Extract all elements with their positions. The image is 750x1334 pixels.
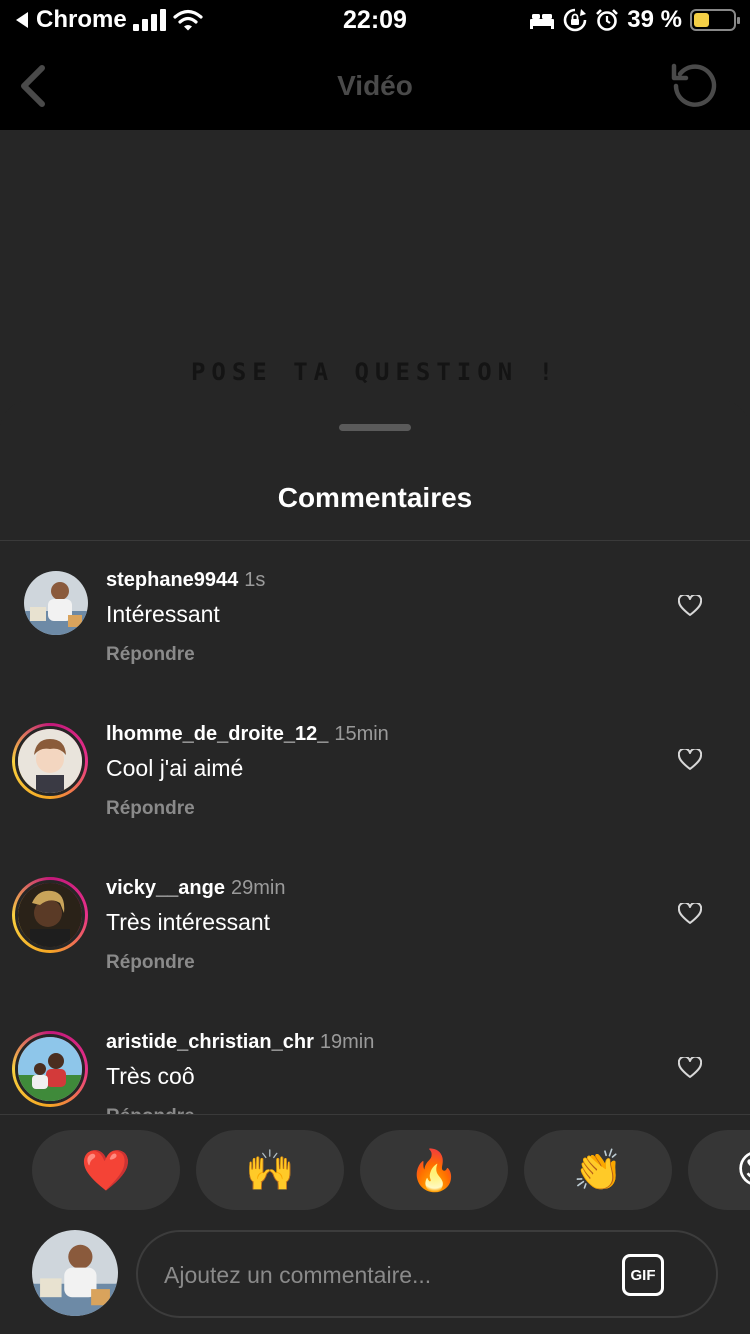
battery-icon	[690, 9, 740, 31]
comment-text: Très intéressant	[106, 909, 271, 935]
heart-icon[interactable]	[678, 595, 702, 617]
comment-username[interactable]: aristide_christian_chr 19min	[106, 1031, 374, 1054]
avatar-photo	[32, 1230, 118, 1316]
video-caption: POSE TA QUESTION !	[190, 358, 560, 386]
reaction-heart-button[interactable]: ❤️	[32, 1130, 180, 1210]
comment-username[interactable]: stephane9944 1s	[106, 569, 265, 592]
comment-time: 15min	[334, 723, 389, 745]
alarm-icon	[596, 9, 619, 31]
comment-time: 29min	[230, 877, 286, 899]
avatar-photo	[18, 729, 82, 793]
reply-button[interactable]: Répondre	[106, 1106, 195, 1114]
heart-icon[interactable]	[678, 749, 702, 771]
comment-text: Intéressant	[106, 601, 220, 627]
reaction-clap-button[interactable]: 👏	[524, 1130, 672, 1210]
reply-button[interactable]: Répondre	[106, 798, 195, 820]
status-right: 39 %	[529, 6, 740, 34]
comment-input[interactable]: Ajoutez un commentaire... GIF	[136, 1230, 718, 1318]
reply-button[interactable]: Répondre	[106, 644, 195, 666]
nav-bar: Vidéo	[0, 42, 750, 130]
avatar-photo	[24, 571, 88, 635]
reaction-heart-eyes-button[interactable]: 😍	[688, 1130, 750, 1210]
comment-item: lhomme_de_droite_12_ 15min Cool j'ai aimé…	[0, 695, 750, 849]
battery-percent: 39 %	[627, 6, 682, 33]
comment-text: Cool j'ai aimé	[106, 755, 244, 781]
reply-button[interactable]: Répondre	[106, 952, 195, 974]
battery-level	[694, 13, 709, 27]
reaction-fire-button[interactable]: 🔥	[360, 1130, 508, 1210]
quick-reactions: ❤️ 🙌 🔥 👏 😍	[0, 1130, 750, 1210]
orientation-lock-icon	[564, 8, 587, 32]
avatar[interactable]	[12, 877, 88, 953]
avatar-photo	[18, 1037, 82, 1101]
gif-button[interactable]: GIF	[622, 1254, 664, 1296]
heart-icon[interactable]	[678, 1057, 702, 1079]
avatar[interactable]	[12, 1031, 88, 1107]
status-bar: Chrome 22:09 39 %	[0, 0, 750, 42]
comment-username[interactable]: vicky__ange 29min	[106, 877, 285, 900]
divider	[0, 1114, 750, 1115]
sleep-bed-icon	[530, 14, 555, 29]
comments-sheet: Commentaires stephane9944 1s Intéressant…	[0, 400, 750, 1334]
comment-input-placeholder: Ajoutez un commentaire...	[164, 1262, 432, 1288]
comments-list[interactable]: stephane9944 1s Intéressant Répondre lho…	[0, 541, 750, 1114]
comment-time: 19min	[319, 1031, 375, 1053]
sheet-drag-handle[interactable]	[339, 424, 411, 431]
comment-item: vicky__ange 29min Très intéressant Répond…	[0, 849, 750, 1003]
comment-item: aristide_christian_chr19min Très coô Rép…	[0, 1003, 750, 1114]
comment-item: stephane9944 1s Intéressant Répondre	[0, 541, 750, 695]
reaction-raised-hands-button[interactable]: 🙌	[196, 1130, 344, 1210]
avatar[interactable]	[24, 571, 88, 635]
comment-time: 1s	[244, 569, 266, 591]
composer-avatar	[32, 1230, 118, 1316]
sheet-title: Commentaires	[277, 482, 473, 513]
avatar-photo	[18, 883, 82, 947]
refresh-icon[interactable]	[670, 60, 720, 110]
avatar[interactable]	[12, 723, 88, 799]
heart-icon[interactable]	[678, 903, 702, 925]
comment-username[interactable]: lhomme_de_droite_12_ 15min	[106, 723, 389, 746]
comment-text: Très coô	[106, 1063, 195, 1089]
page-title: Vidéo	[337, 70, 413, 101]
video-player[interactable]: POSE TA QUESTION !	[0, 130, 750, 430]
